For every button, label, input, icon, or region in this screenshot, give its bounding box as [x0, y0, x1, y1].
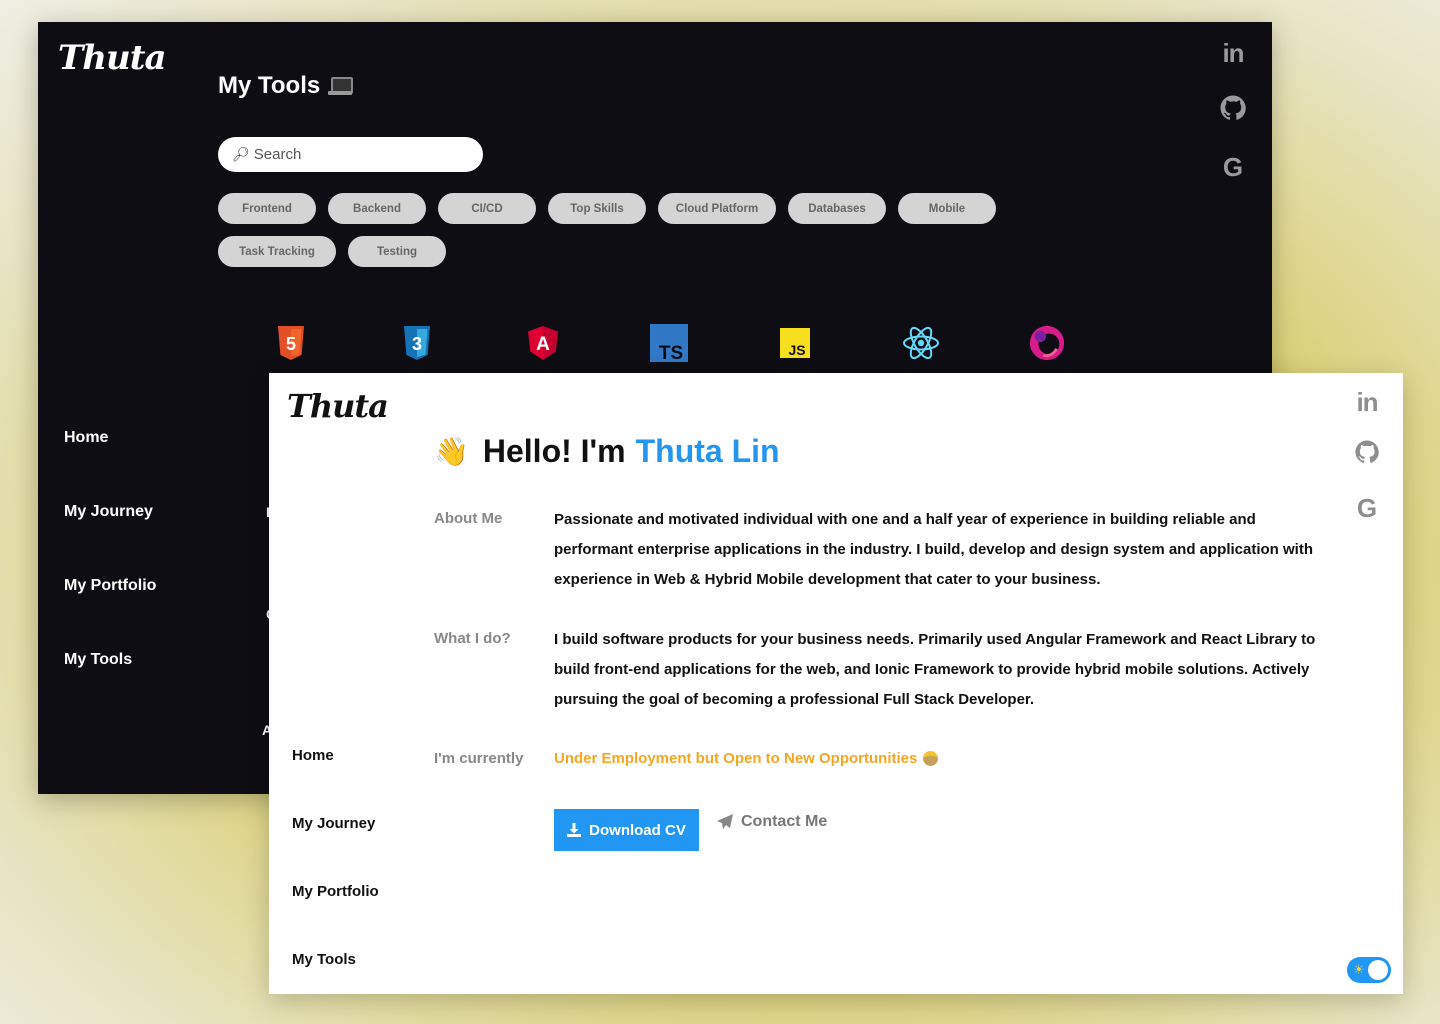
css3-label: 3	[412, 334, 422, 354]
github-icon[interactable]	[1220, 95, 1246, 152]
current-status-text: Under Employment but Open to New Opportu…	[554, 750, 918, 767]
laptop-icon	[328, 77, 354, 95]
google-icon[interactable]: G	[1223, 152, 1243, 209]
whatido-label: What I do?	[434, 630, 511, 647]
site-logo[interactable]: Thuta	[287, 387, 389, 425]
chip-testing[interactable]: Testing	[348, 236, 446, 267]
html5-icon[interactable]: 5	[272, 324, 310, 362]
page-title-text: My Tools	[218, 72, 321, 99]
sun-icon: ☀	[1353, 962, 1365, 977]
google-icon[interactable]: G	[1357, 493, 1377, 546]
html5-label: 5	[286, 334, 296, 354]
greeting-text: Hello! I'm	[482, 433, 626, 469]
rxjs-icon[interactable]	[1028, 324, 1066, 362]
nav-home[interactable]: Home	[64, 429, 156, 447]
current-status: Under Employment but Open to New Opportu…	[554, 750, 939, 767]
chip-mobile[interactable]: Mobile	[898, 193, 996, 224]
chip-cicd[interactable]: CI/CD	[438, 193, 536, 224]
page-title: My Tools	[218, 72, 354, 100]
toggle-knob	[1368, 960, 1388, 980]
chip-top-skills[interactable]: Top Skills	[548, 193, 646, 224]
search-placeholder: Search	[253, 146, 302, 163]
javascript-label: JS	[788, 342, 805, 358]
about-label: About Me	[434, 510, 503, 527]
nav-my-journey[interactable]: My Journey	[292, 815, 379, 833]
construction-worker-icon	[923, 751, 939, 766]
filter-chips-row-1: Frontend Backend CI/CD Top Skills Cloud …	[218, 193, 996, 224]
nav-my-journey[interactable]: My Journey	[64, 503, 156, 521]
contact-me-button[interactable]: Contact Me	[717, 813, 827, 831]
social-links: in G	[1355, 387, 1379, 546]
whatido-text: I build software products for your busin…	[554, 631, 1316, 708]
greeting-heading: 👋 Hello! I'm Thuta Lin	[434, 433, 780, 470]
nav-my-tools[interactable]: My Tools	[292, 951, 379, 969]
nav-my-tools[interactable]: My Tools	[64, 651, 156, 669]
filter-chips-row-2: Task Tracking Testing	[218, 236, 446, 267]
chip-task-tracking[interactable]: Task Tracking	[218, 236, 336, 267]
nav-my-portfolio[interactable]: My Portfolio	[292, 883, 379, 901]
waving-hand-icon: 👋	[434, 436, 469, 467]
angular-icon[interactable]: A	[524, 324, 562, 362]
search-input[interactable]: 🔎︎ Search	[218, 137, 483, 172]
angular-label: A	[536, 334, 550, 355]
theme-toggle[interactable]: ☀	[1347, 957, 1391, 983]
chip-backend[interactable]: Backend	[328, 193, 426, 224]
dark-sidebar-nav: Home My Journey My Portfolio My Tools	[64, 429, 156, 725]
download-cv-button[interactable]: Download CV	[554, 809, 699, 851]
current-label: I'm currently	[434, 750, 524, 767]
download-icon	[567, 823, 582, 837]
chip-cloud-platform[interactable]: Cloud Platform	[658, 193, 776, 224]
download-cv-label: Download CV	[589, 821, 686, 839]
social-links: in G	[1220, 38, 1246, 209]
github-icon[interactable]	[1355, 440, 1379, 493]
react-icon[interactable]	[902, 324, 940, 362]
nav-home[interactable]: Home	[292, 747, 379, 765]
light-theme-window: Thuta 👋 Hello! I'm Thuta Lin About Me Pa…	[269, 373, 1403, 994]
typescript-icon[interactable]: TS	[650, 324, 688, 362]
javascript-icon[interactable]: JS	[776, 324, 814, 362]
chip-frontend[interactable]: Frontend	[218, 193, 316, 224]
light-sidebar-nav: Home My Journey My Portfolio My Tools	[292, 747, 379, 1019]
about-text: Passionate and motivated individual with…	[554, 511, 1314, 588]
site-logo[interactable]: Thuta	[58, 38, 166, 78]
chip-databases[interactable]: Databases	[788, 193, 886, 224]
magnifier-icon: 🔎︎	[232, 146, 250, 162]
linkedin-icon[interactable]: in	[1222, 38, 1244, 95]
linkedin-icon[interactable]: in	[1356, 387, 1378, 440]
paper-plane-icon	[717, 814, 733, 829]
typescript-label: TS	[659, 343, 683, 362]
nav-my-portfolio[interactable]: My Portfolio	[64, 577, 156, 595]
tool-icon-list: 5 3 A TS JS	[272, 324, 1066, 362]
css3-icon[interactable]: 3	[398, 324, 436, 362]
contact-me-label: Contact Me	[741, 813, 828, 830]
owner-name: Thuta Lin	[635, 433, 780, 469]
